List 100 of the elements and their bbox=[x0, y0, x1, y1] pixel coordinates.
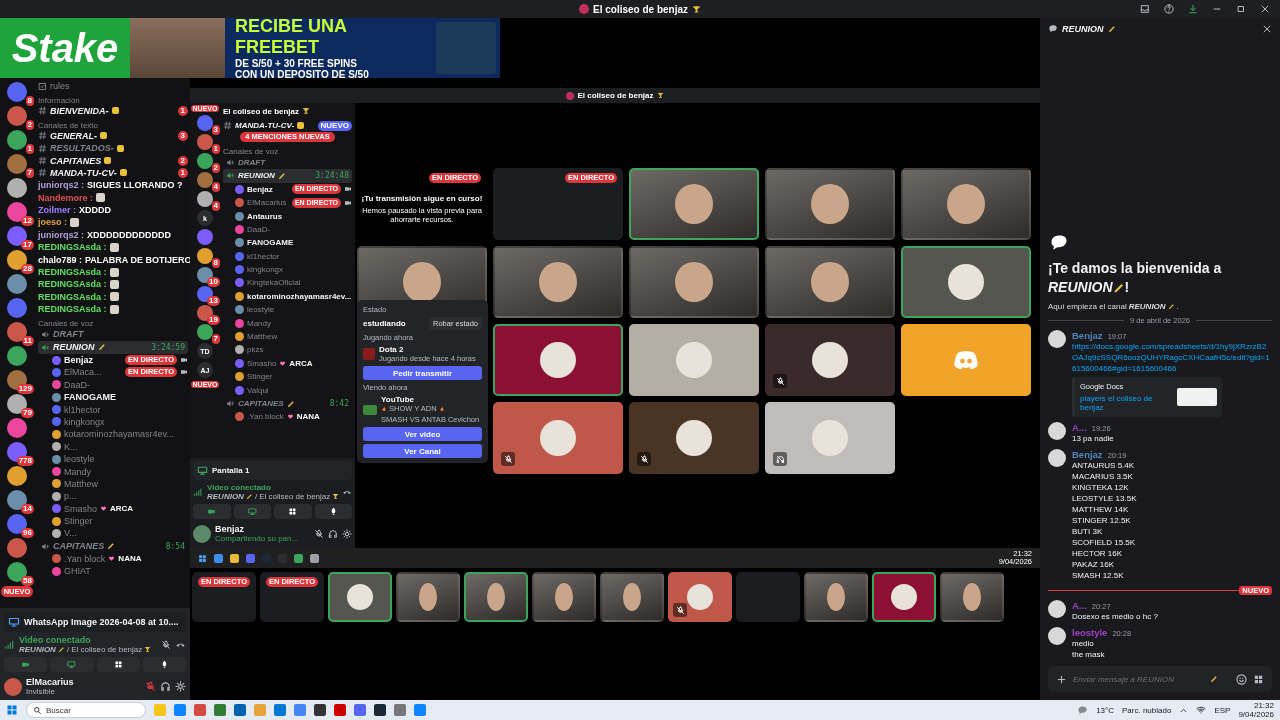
server-name[interactable]: El coliseo de benjaz bbox=[223, 106, 300, 116]
chat-username: Zoilmer : bbox=[38, 205, 76, 216]
chat-username: joeso : bbox=[38, 217, 67, 228]
member-name[interactable]: kotarominozhayamasr4ev... bbox=[64, 429, 174, 440]
member-name[interactable]: Stinger bbox=[64, 516, 93, 527]
view-channel-button[interactable]: Ver Canal bbox=[363, 444, 482, 458]
request-stream-button[interactable]: Pedir transmitir bbox=[363, 366, 482, 380]
member-name[interactable]: Mandy bbox=[247, 318, 271, 328]
member-name[interactable]: K... bbox=[64, 441, 78, 452]
chat-username: Nandemore : bbox=[38, 192, 93, 203]
search-bar[interactable]: Buscar bbox=[26, 702, 146, 718]
welcome-heading: ¡Te damos la bienvenida a bbox=[1048, 260, 1222, 276]
category-label[interactable]: Canales de texto bbox=[38, 120, 99, 130]
embed-title[interactable]: players el coliseo de benjaz bbox=[1080, 394, 1171, 412]
chat-username: juniorqs2 : bbox=[38, 229, 84, 240]
member-name[interactable]: leostyle bbox=[247, 305, 275, 315]
search-field[interactable]: Buscar bbox=[46, 705, 126, 715]
member-name[interactable]: V... bbox=[64, 528, 77, 539]
channel-link[interactable]: RESULTADOS- bbox=[50, 143, 114, 154]
ad-logo: Stake bbox=[0, 18, 130, 78]
notification-badge: 79 bbox=[21, 408, 34, 418]
message-text: PAKAZ 16K bbox=[1072, 559, 1116, 570]
call-timer: 8:54 bbox=[165, 541, 185, 551]
server-name: El coliseo de benjaz bbox=[259, 492, 331, 501]
member-name[interactable]: Valqui bbox=[247, 385, 269, 395]
server-name: El coliseo de benjaz bbox=[71, 645, 143, 654]
member-name[interactable]: kingkongx bbox=[247, 265, 284, 275]
member-name[interactable]: Mandy bbox=[64, 466, 91, 477]
channel-intro: Aquí empieza el canal bbox=[1048, 302, 1127, 311]
member-name[interactable]: Smasho bbox=[64, 503, 98, 514]
username: Benjaz bbox=[215, 524, 245, 534]
message-input[interactable]: Enviar mensaje a REUNION bbox=[1073, 674, 1204, 684]
notification-badge: 58 bbox=[21, 576, 34, 586]
message-link[interactable]: https://docs.google.com/spreadsheets/d/1hy9jXRzrzB2OAJq9cSSQR6oozQUHYRagcCXHCaafH5c/edit?gid=1615600466#gid=1615600466 bbox=[1072, 341, 1272, 374]
channel-link[interactable]: BIENVENIDA- bbox=[50, 105, 109, 116]
watch-video-button[interactable]: Ver video bbox=[363, 427, 482, 441]
member-name[interactable]: .Yan block bbox=[247, 412, 284, 422]
member-name[interactable]: kingkongx bbox=[64, 416, 105, 427]
chat-username: chalo789 : bbox=[38, 254, 83, 265]
message-author[interactable]: Benjaz bbox=[1072, 330, 1103, 341]
member-name[interactable]: FANOGAME bbox=[64, 392, 116, 403]
language-indicator[interactable]: ESP bbox=[1214, 705, 1231, 715]
channel-link[interactable]: GENERAL- bbox=[50, 130, 97, 141]
chat-text: PALABRA DE BOTIJERO bbox=[85, 254, 192, 265]
member-name[interactable]: KingtekaOficial bbox=[247, 278, 301, 288]
screen-share-bar[interactable]: WhatsApp Image 2026-04-08 at 10.... bbox=[4, 612, 186, 632]
category-label[interactable]: Información bbox=[38, 95, 80, 105]
message-author[interactable]: A... bbox=[1072, 600, 1087, 611]
member-name[interactable]: Benjaz bbox=[247, 184, 273, 194]
chat-username: REDINGSAsda : bbox=[38, 267, 107, 278]
member-name[interactable]: kotarominozhayamasr4ev... bbox=[247, 291, 352, 301]
heading-punctuation: ! bbox=[1124, 279, 1130, 295]
member-name[interactable]: Matthew bbox=[247, 332, 278, 342]
member-name[interactable]: DaaD- bbox=[64, 379, 90, 390]
chat-username: juniorqs2 : bbox=[38, 180, 84, 191]
channel-link[interactable]: CAPITANES bbox=[50, 155, 102, 166]
stream-notice-title: ¡Tu transmisión sigue en curso! bbox=[361, 194, 483, 203]
ad-text: CON UN DEPOSITO DE S/50 bbox=[235, 69, 370, 80]
channel-link[interactable]: rules bbox=[50, 81, 188, 92]
screen-share-bar[interactable]: Pantalla 1 bbox=[193, 461, 352, 480]
message-author[interactable]: Benjaz bbox=[1072, 449, 1103, 460]
chat-text: XDDDDDDDDDDDD bbox=[87, 229, 171, 240]
member-name[interactable]: Smasho bbox=[247, 358, 277, 368]
notification-badge: 17 bbox=[21, 240, 34, 250]
voice-channel[interactable]: DRAFT bbox=[38, 327, 188, 341]
member-name[interactable]: .Yan block bbox=[64, 553, 106, 564]
member-name[interactable]: Stinger bbox=[247, 372, 273, 382]
member-name[interactable]: kl1hector bbox=[247, 251, 280, 261]
message-author[interactable]: leostyle bbox=[1072, 627, 1108, 638]
channel-link[interactable]: MANDA-TU-CV- bbox=[235, 121, 295, 131]
message-author[interactable]: A... bbox=[1072, 422, 1087, 433]
voice-channel[interactable]: REUNION 3:24:59 bbox=[38, 340, 188, 354]
category-label[interactable]: Canales de voz bbox=[38, 318, 94, 328]
window-title: El coliseo de benjaz bbox=[593, 3, 688, 15]
message-composer[interactable]: Enviar mensaje a REUNION bbox=[1048, 666, 1272, 692]
member-name[interactable]: Antaurus bbox=[247, 211, 283, 221]
member-name[interactable]: p... bbox=[64, 491, 77, 502]
member-name[interactable]: GHIAT bbox=[64, 566, 91, 577]
member-name[interactable]: FANOGAME bbox=[247, 238, 294, 248]
member-name[interactable]: DaaD- bbox=[247, 224, 271, 234]
notification-badge: 1 bbox=[25, 144, 34, 154]
voice-channel[interactable]: DRAFT bbox=[223, 155, 352, 170]
member-name[interactable]: Benjaz bbox=[64, 355, 93, 365]
voice-channel[interactable]: CAPITANES 8:54 bbox=[38, 539, 188, 553]
voice-channel[interactable]: CAPITANES 8:42 bbox=[223, 396, 352, 411]
member-name[interactable]: ElMaca... bbox=[64, 367, 102, 378]
shared-screen-name: Pantalla 1 bbox=[212, 466, 250, 475]
member-name[interactable]: ElMacarius bbox=[247, 198, 287, 208]
notification-badge: 2 bbox=[211, 163, 220, 173]
notification-badge: 778 bbox=[16, 456, 34, 466]
member-name[interactable]: Matthew bbox=[64, 478, 98, 489]
member-name[interactable]: leostyle bbox=[64, 454, 95, 465]
ad-banner[interactable]: Stake RECIBE UNA FREEBET DE S/50 + 30 FREE SPINS CON UN DEPOSITO DE S/50 bbox=[0, 18, 500, 78]
member-name[interactable]: pkzs bbox=[247, 345, 264, 355]
category-label[interactable]: Canales de voz bbox=[223, 146, 279, 156]
mention-badge: 1 bbox=[177, 105, 188, 116]
chat-username: REDINGSAsda : bbox=[38, 291, 107, 302]
member-name[interactable]: kl1hector bbox=[64, 404, 101, 415]
voice-channel[interactable]: REUNION 3:24:48 bbox=[223, 169, 352, 183]
channel-link[interactable]: MANDA-TU-CV- bbox=[50, 167, 117, 178]
